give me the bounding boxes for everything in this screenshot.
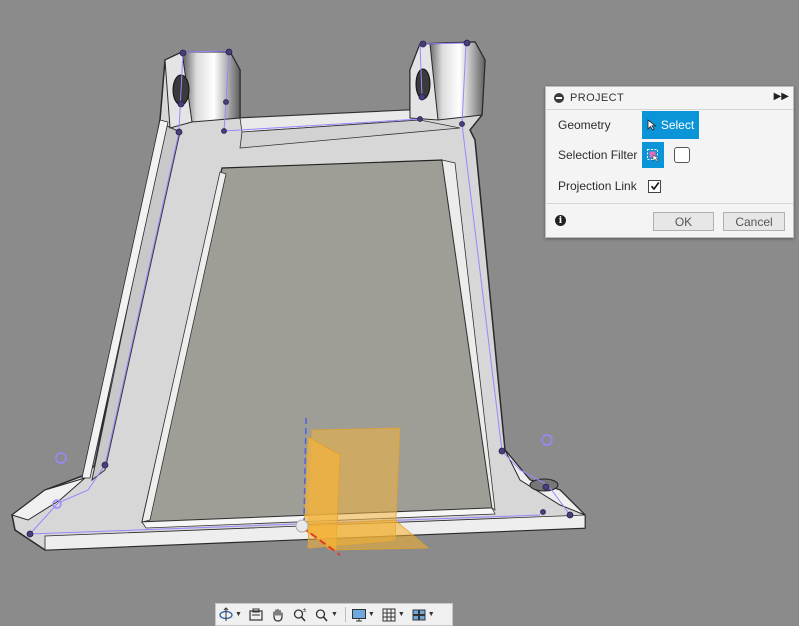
viewports-icon: [412, 609, 426, 620]
collapse-icon[interactable]: [554, 93, 564, 103]
project-dialog: PROJECT ▶▶ Geometry Select Selection Fil…: [545, 86, 794, 238]
display-settings-button[interactable]: ▼: [349, 604, 377, 625]
chevron-down-icon[interactable]: ▼: [398, 611, 405, 618]
display-settings-icon: [351, 608, 366, 621]
geometry-row: Geometry Select: [558, 111, 699, 139]
orbit-icon: [219, 606, 233, 621]
bodies-filter-button[interactable]: [674, 147, 690, 163]
look-at-button[interactable]: [246, 604, 266, 625]
svg-text:±: ±: [302, 607, 307, 614]
select-button-label: Select: [660, 118, 695, 132]
chevron-down-icon[interactable]: ▼: [235, 611, 242, 618]
zoom-icon: ±: [293, 607, 307, 622]
grid-settings-icon: [382, 608, 396, 621]
chevron-down-icon[interactable]: ▼: [428, 611, 435, 618]
ok-button[interactable]: OK: [653, 212, 714, 231]
dialog-header: PROJECT ▶▶: [546, 87, 793, 110]
dialog-footer: i OK Cancel: [546, 203, 793, 238]
projection-link-label: Projection Link: [558, 179, 637, 193]
grid-settings-button[interactable]: ▼: [379, 604, 407, 625]
orbit-button[interactable]: ▼: [216, 604, 244, 625]
selection-filter-row: Selection Filter: [558, 142, 690, 168]
chevron-down-icon[interactable]: ▼: [331, 611, 338, 618]
pan-icon: [273, 608, 283, 622]
pan-button[interactable]: [268, 604, 288, 625]
expand-icon[interactable]: ▶▶: [774, 91, 789, 102]
select-geometry-button[interactable]: Select: [642, 111, 699, 139]
specified-entities-filter-button[interactable]: [642, 142, 664, 168]
zoom-window-button[interactable]: ▼: [312, 604, 340, 625]
chevron-down-icon[interactable]: ▼: [368, 611, 375, 618]
specified-entities-icon: [647, 149, 660, 162]
cancel-button[interactable]: Cancel: [723, 212, 785, 231]
checkmark-icon: [650, 182, 659, 191]
viewports-button[interactable]: ▼: [409, 604, 437, 625]
info-icon[interactable]: i: [555, 215, 566, 226]
design-viewport[interactable]: PROJECT ▶▶ Geometry Select Selection Fil…: [0, 0, 799, 626]
zoom-button[interactable]: ±: [290, 604, 310, 625]
toolbar-divider: [344, 607, 346, 622]
projection-link-row: Projection Link: [558, 179, 661, 193]
bracket-body[interactable]: [10, 41, 586, 551]
dialog-title: PROJECT: [570, 92, 625, 104]
zoom-window-icon: [315, 608, 328, 622]
selection-filter-label: Selection Filter: [558, 148, 638, 162]
projection-link-checkbox[interactable]: [648, 179, 661, 193]
geometry-label: Geometry: [558, 118, 611, 132]
pointer-icon: [647, 119, 657, 131]
navigation-toolbar: ▼ ± ▼ ▼ ▼ ▼: [215, 603, 453, 626]
look-at-icon: [249, 608, 263, 621]
